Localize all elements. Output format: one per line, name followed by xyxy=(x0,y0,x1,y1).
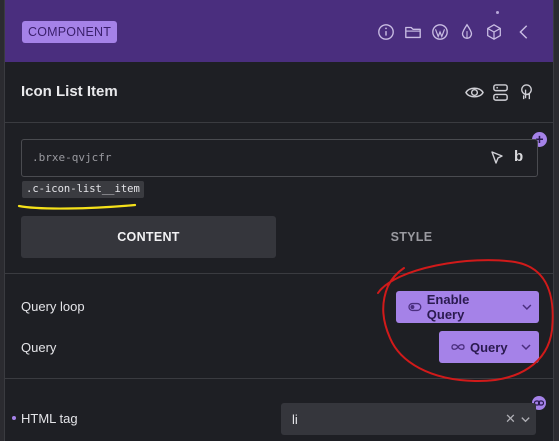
tab-content[interactable]: CONTENT xyxy=(21,216,276,258)
query-loop-label: Query loop xyxy=(21,299,85,314)
element-panel: COMPONENT Icon List Item + .brxe-qvjcfr … xyxy=(4,0,554,441)
infinity-icon xyxy=(451,344,465,350)
cube-icon[interactable] xyxy=(484,22,504,42)
section-divider xyxy=(5,378,553,379)
chevron-down-icon xyxy=(521,344,531,351)
class-chip[interactable]: .c-icon-list__item xyxy=(22,181,144,198)
selector-input[interactable]: .brxe-qvjcfr b xyxy=(21,139,538,177)
query-button[interactable]: Query xyxy=(439,331,539,363)
html-tag-label: HTML tag xyxy=(21,411,78,426)
indicator-dot xyxy=(496,11,499,14)
chevron-down-icon[interactable] xyxy=(520,414,531,425)
structure-icon[interactable] xyxy=(490,82,510,102)
html-tag-select[interactable]: li ✕ xyxy=(281,403,536,435)
eye-icon[interactable] xyxy=(464,82,484,102)
touch-icon[interactable] xyxy=(516,82,536,102)
wordpress-icon[interactable] xyxy=(430,22,450,42)
section-divider xyxy=(5,273,553,274)
component-badge[interactable]: COMPONENT xyxy=(22,21,118,43)
folder-icon[interactable] xyxy=(403,22,423,42)
query-label: Query xyxy=(21,340,57,355)
chevron-down-icon xyxy=(522,304,532,311)
panel-header: COMPONENT xyxy=(5,0,553,62)
tab-style[interactable]: STYLE xyxy=(284,216,539,258)
bold-toggle[interactable]: b xyxy=(514,148,523,165)
element-title-row: Icon List Item xyxy=(5,62,553,123)
drop-icon[interactable] xyxy=(457,22,477,42)
query-button-label: Query xyxy=(470,339,508,355)
cursor-icon[interactable] xyxy=(488,149,506,167)
enable-query-button[interactable]: Enable Query xyxy=(396,291,539,323)
element-id-text: .brxe-qvjcfr xyxy=(32,151,112,164)
clear-icon[interactable]: ✕ xyxy=(505,411,516,427)
element-title: Icon List Item xyxy=(21,83,118,100)
html-tag-value: li xyxy=(292,412,298,427)
toggle-icon xyxy=(408,302,422,312)
changed-indicator-dot xyxy=(12,416,16,420)
chevron-left-icon[interactable] xyxy=(514,22,534,42)
enable-query-label: Enable Query xyxy=(426,292,470,322)
info-icon[interactable] xyxy=(376,22,396,42)
